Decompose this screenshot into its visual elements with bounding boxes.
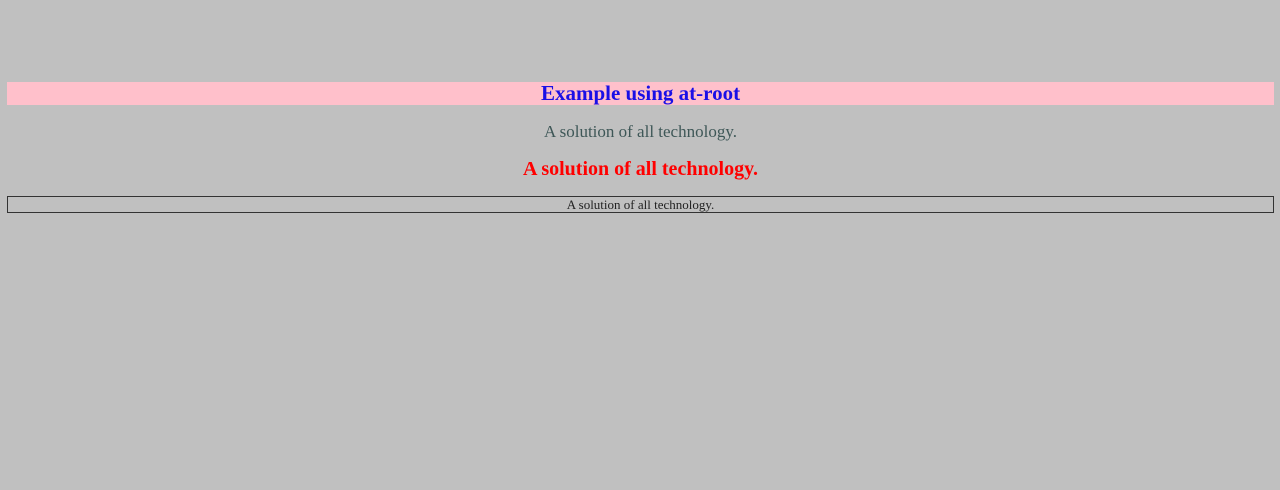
subtitle-text: A solution of all technology.	[544, 122, 737, 141]
bordered-text-box: A solution of all technology.	[7, 196, 1274, 213]
page-heading: Example using at-root	[7, 82, 1274, 105]
red-bold-text: A solution of all technology.	[522, 158, 759, 180]
page-content: Example using at-root A solution of all …	[7, 82, 1274, 213]
